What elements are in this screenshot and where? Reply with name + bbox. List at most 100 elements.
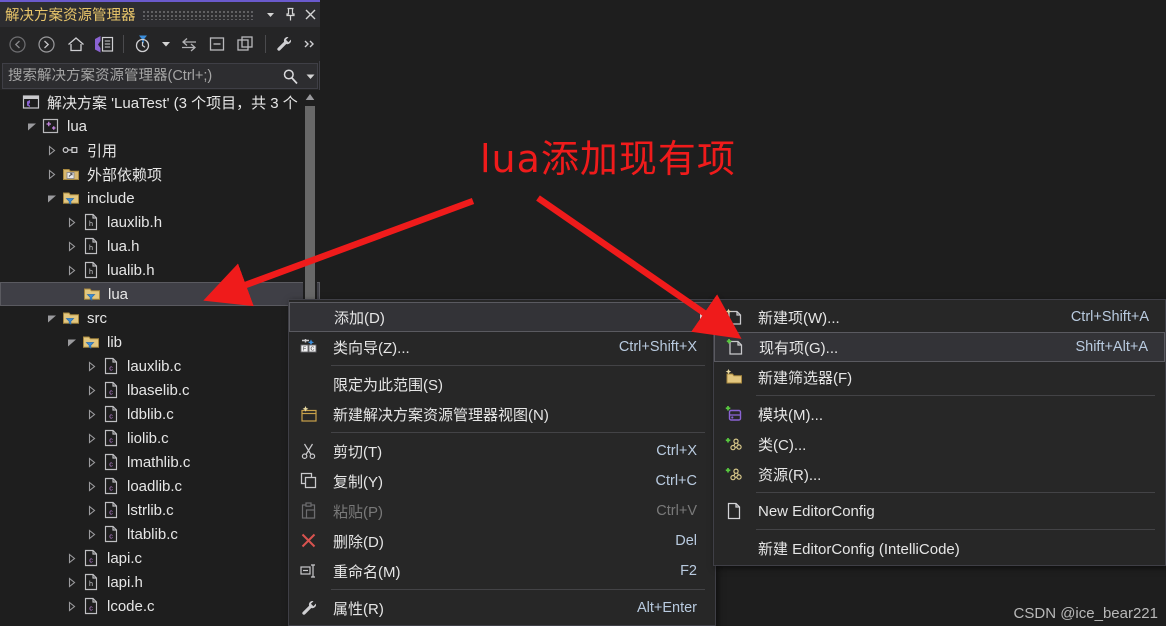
expander-collapsed-icon[interactable] — [64, 234, 80, 258]
back-icon[interactable] — [4, 30, 32, 58]
filter-icon — [60, 186, 82, 210]
tree-item-label: 引用 — [87, 142, 118, 160]
expander-collapsed-icon[interactable] — [44, 162, 60, 186]
menu-item[interactable]: 新建 EditorConfig (IntelliCode) — [714, 533, 1165, 563]
search-options-chevron-icon[interactable] — [303, 73, 317, 80]
scroll-up-arrow-icon[interactable] — [303, 90, 317, 104]
tree-row[interactable]: c lauxlib.c — [0, 354, 320, 378]
menu-item[interactable]: 重命名(M) F2 — [289, 556, 715, 586]
svg-text:c: c — [109, 435, 113, 444]
tree-row[interactable]: lib — [0, 330, 320, 354]
menu-item[interactable]: 现有项(G)... Shift+Alt+A — [714, 332, 1165, 362]
expander-collapsed-icon[interactable] — [64, 570, 80, 594]
expander-collapsed-icon[interactable] — [64, 594, 80, 618]
solution-tree[interactable]: 解决方案 'LuaTest' (3 个项目，共 3 个 lua 引用外部依赖项 inc… — [0, 90, 320, 626]
tree-row[interactable]: lua — [0, 114, 320, 138]
menu-item[interactable]: 限定为此范围(S) — [289, 369, 715, 399]
expander-collapsed-icon[interactable] — [84, 474, 100, 498]
solution-view-icon[interactable] — [90, 30, 118, 58]
menu-item-icon-placeholder — [714, 533, 754, 563]
menu-item[interactable]: New EditorConfig — [714, 496, 1165, 526]
expander-collapsed-icon[interactable] — [64, 258, 80, 282]
menu-item-label: 删除(D) — [333, 533, 384, 551]
tree-row[interactable]: h lapi.h — [0, 570, 320, 594]
menu-item-shortcut: Alt+Enter — [636, 600, 697, 616]
expander-expanded-icon[interactable] — [64, 330, 80, 354]
expander-collapsed-icon[interactable] — [84, 450, 100, 474]
tree-row[interactable]: c ldblib.c — [0, 402, 320, 426]
menu-item[interactable]: 模块(M)... — [714, 399, 1165, 429]
menu-item[interactable]: 属性(R) Alt+Enter — [289, 593, 715, 623]
menu-item-label: 新建筛选器(F) — [758, 369, 853, 387]
menu-item[interactable]: 资源(R)... — [714, 459, 1165, 489]
tree-row[interactable]: 引用 — [0, 138, 320, 162]
tree-row[interactable]: c liolib.c — [0, 426, 320, 450]
menu-item[interactable]: 新建项(W)... Ctrl+Shift+A — [714, 302, 1165, 332]
tree-item-label: 外部依赖项 — [87, 166, 163, 184]
tree-scrollbar[interactable] — [303, 90, 317, 308]
add-submenu[interactable]: 新建项(W)... Ctrl+Shift+A 现有项(G)... Shift+Alt+… — [713, 299, 1166, 566]
sync-with-active-document-icon[interactable] — [175, 30, 203, 58]
window-dropdown-icon[interactable] — [260, 4, 280, 26]
expander-collapsed-icon[interactable] — [84, 498, 100, 522]
menu-item[interactable]: 添加(D) — [289, 302, 715, 332]
menu-item[interactable]: 复制(Y) Ctrl+C — [289, 466, 715, 496]
tree-row[interactable]: 解决方案 'LuaTest' (3 个项目，共 3 个 — [0, 90, 320, 114]
pin-icon[interactable] — [280, 4, 300, 26]
expander-collapsed-icon[interactable] — [84, 354, 100, 378]
menu-item[interactable]: 剪切(T) Ctrl+X — [289, 436, 715, 466]
search-input[interactable] — [3, 68, 277, 84]
tree-row[interactable]: c lmathlib.c — [0, 450, 320, 474]
search-box[interactable] — [2, 63, 318, 89]
tree-row[interactable]: c ltablib.c — [0, 522, 320, 546]
tree-row[interactable]: c lapi.c — [0, 546, 320, 570]
menu-item[interactable]: 新建筛选器(F) — [714, 362, 1165, 392]
tree-item-label: lualib.h — [107, 261, 155, 279]
filter-dropdown-chevron-icon[interactable] — [158, 30, 174, 58]
tree-row[interactable]: h lauxlib.h — [0, 210, 320, 234]
expander-collapsed-icon[interactable] — [84, 522, 100, 546]
menu-item[interactable]: 新建解决方案资源管理器视图(N) — [289, 399, 715, 429]
expander-collapsed-icon[interactable] — [44, 138, 60, 162]
close-icon[interactable] — [300, 4, 320, 26]
expander-placeholder — [4, 90, 20, 114]
tree-row[interactable]: c lbaselib.c — [0, 378, 320, 402]
tree-row[interactable]: c lcode.c — [0, 594, 320, 618]
tree-row[interactable]: c loadlib.c — [0, 474, 320, 498]
pending-changes-filter-icon[interactable] — [129, 30, 157, 58]
expander-expanded-icon[interactable] — [44, 186, 60, 210]
context-menu[interactable]: 添加(D) F C 类向导(Z)... Ctrl+Shift+X 限定为此范围(S) 新建解… — [288, 299, 716, 626]
collapse-all-icon[interactable] — [204, 30, 232, 58]
expander-collapsed-icon[interactable] — [84, 378, 100, 402]
expander-collapsed-icon[interactable] — [84, 426, 100, 450]
tree-item-label: lapi.h — [107, 573, 143, 591]
show-all-files-icon[interactable] — [271, 30, 299, 58]
tree-row[interactable]: h lua.h — [0, 234, 320, 258]
menu-item[interactable]: 类(C)... — [714, 429, 1165, 459]
svg-text:c: c — [109, 531, 113, 540]
home-icon[interactable] — [62, 30, 90, 58]
expander-collapsed-icon[interactable] — [64, 210, 80, 234]
expander-collapsed-icon[interactable] — [84, 402, 100, 426]
properties-window-icon[interactable] — [233, 30, 261, 58]
search-icon[interactable] — [277, 68, 303, 85]
menu-item[interactable]: 删除(D) Del — [289, 526, 715, 556]
tree-row[interactable]: include — [0, 186, 320, 210]
expander-collapsed-icon[interactable] — [64, 546, 80, 570]
resource-icon — [714, 459, 754, 489]
tree-row-selected[interactable]: lua — [0, 282, 320, 306]
tree-row[interactable]: c lstrlib.c — [0, 498, 320, 522]
scrollbar-thumb[interactable] — [305, 106, 315, 301]
tree-row[interactable]: 外部依赖项 — [0, 162, 320, 186]
forward-icon[interactable] — [33, 30, 61, 58]
toolbar-overflow-icon[interactable] — [300, 30, 320, 58]
tree-row[interactable]: src — [0, 306, 320, 330]
expander-expanded-icon[interactable] — [44, 306, 60, 330]
tree-item-label: lua — [67, 117, 88, 135]
drag-handle-dots[interactable] — [141, 11, 254, 20]
h-file-icon: h — [80, 210, 102, 234]
svg-text:h: h — [89, 579, 93, 588]
tree-row[interactable]: h lualib.h — [0, 258, 320, 282]
menu-item[interactable]: F C 类向导(Z)... Ctrl+Shift+X — [289, 332, 715, 362]
expander-expanded-icon[interactable] — [24, 114, 40, 138]
